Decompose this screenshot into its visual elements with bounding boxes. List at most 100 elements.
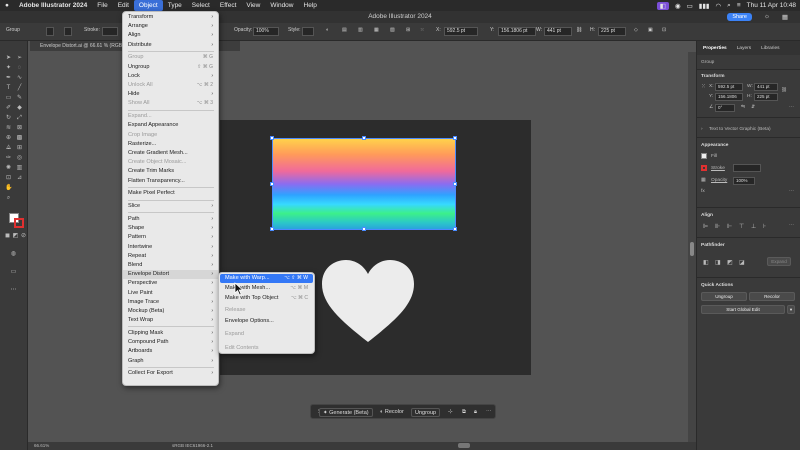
perspective-grid-icon[interactable]: ⟁ [5,145,12,152]
text-to-vector-label[interactable]: Text to Vector Graphic (Beta) [709,127,771,132]
y-field[interactable]: 156.1806 pt [498,27,536,36]
handle-middle-right[interactable] [453,182,457,186]
pathfinder-intersect-icon[interactable]: ◩ [727,259,733,266]
align-icon[interactable]: ▤ [342,27,347,33]
align-top-icon[interactable]: ⊤ [739,223,744,230]
h-field[interactable]: 225 pt [598,27,626,36]
menu-item-shape[interactable]: Shape › [123,224,218,233]
warp-tool-icon[interactable]: ≋ [5,125,12,132]
menu-item-image-trace[interactable]: Image Trace › [123,298,218,307]
battery-icon[interactable]: ▮▮▮ [699,2,710,10]
search-icon[interactable]: ⌕ [727,2,731,10]
handle-bottom-right[interactable] [453,227,457,231]
expand-chevron-icon[interactable]: › [701,127,703,132]
reference-point-icon[interactable]: ⁙ [420,27,424,33]
menu-item-unlock-all[interactable]: Unlock All ⌥ ⌘ 2 [123,81,218,90]
heart-shape[interactable] [320,258,416,344]
appearance-stroke-label[interactable]: Stroke [711,166,725,171]
horizontal-scroll-thumb[interactable] [458,443,470,448]
menu-item-live-paint[interactable]: Live Paint › [123,289,218,298]
handle-top-left[interactable] [270,136,274,140]
handle-top-right[interactable] [453,136,457,140]
appearance-opacity-field[interactable]: 100% [733,177,755,185]
recolor-button[interactable]: ◐ Recolor [377,408,407,417]
panel-y-field[interactable]: 156.1806 [715,93,743,101]
eraser-icon[interactable]: ◆ [16,105,23,112]
color-mode-icon[interactable]: ◼ [4,233,11,240]
eyedropper-icon[interactable]: ✑ [5,155,12,162]
handle-bottom-center[interactable] [362,227,366,231]
appearance-opacity-label[interactable]: Opacity [711,178,727,183]
tab-libraries[interactable]: Libraries [758,46,782,51]
menu-item-show-all[interactable]: Show All ⌥ ⌘ 3 [123,99,218,108]
menu-item-envelope-options[interactable]: Envelope Options... [220,317,313,326]
menu-item-envelope-distort[interactable]: Envelope Distort › [123,270,218,280]
menu-edit[interactable]: Edit [113,0,134,11]
menu-type[interactable]: Type [163,0,187,11]
menu-item-create-object-mosaic[interactable]: Create Object Mosaic... [123,158,218,167]
hand-tool-icon[interactable]: ✋ [5,185,12,192]
apple-icon[interactable]: ● [0,0,14,11]
menu-item-artboards[interactable]: Artboards › [123,347,218,356]
menu-item-mockup-beta[interactable]: Mockup (Beta) › [123,307,218,316]
menu-item-distribute[interactable]: Distribute › [123,41,218,50]
stroke-weight-panel-field[interactable] [733,164,761,172]
menu-item-align[interactable]: Align › [123,31,218,40]
align-center-icon[interactable]: ▥ [358,27,363,33]
menu-item-expand[interactable]: Expand [220,330,313,339]
align-left-icon[interactable]: ⊫ [703,223,708,230]
menu-view[interactable]: View [241,0,265,11]
selection-tool-icon[interactable]: ➤ [5,55,12,62]
menu-item-slice[interactable]: Slice › [123,202,218,211]
flip-vertical-icon[interactable]: ⇵ [751,105,755,110]
stroke-color-icon[interactable] [14,218,24,228]
arrange-icon[interactable]: ⧉ [459,408,469,417]
start-global-edit-button[interactable]: Start Global Edit [701,305,785,314]
free-transform-icon[interactable]: ⊠ [16,125,23,132]
fill-swatch[interactable] [46,27,54,36]
shape-builder-icon[interactable]: ⊕ [5,135,12,142]
menu-item-intertwine[interactable]: Intertwine › [123,243,218,252]
menu-item-clipping-mask[interactable]: Clipping Mask › [123,329,218,338]
pathfinder-minus-front-icon[interactable]: ◨ [715,259,721,266]
align-menu-icon[interactable]: ▧ [390,27,395,33]
menu-file[interactable]: File [92,0,112,11]
isolate-icon[interactable]: ⊡ [662,27,666,33]
pathfinder-expand-button[interactable]: Expand [767,257,791,266]
display-icon[interactable]: ▭ [687,2,693,10]
more-transform-icon[interactable]: ⋯ [789,105,794,110]
menu-help[interactable]: Help [299,0,322,11]
tab-layers[interactable]: Layers [734,46,754,51]
vertical-scroll-thumb[interactable] [690,242,694,256]
rectangle-tool-icon[interactable]: ▭ [5,95,12,102]
lock-icon[interactable]: 🔒︎ [471,408,480,417]
paintbrush-icon[interactable]: ✎ [16,95,23,102]
menu-object[interactable]: Object [133,0,163,11]
menu-item-create-gradient-mesh[interactable]: Create Gradient Mesh... [123,149,218,158]
graph-tool-icon[interactable]: ▥ [16,165,23,172]
menu-item-perspective[interactable]: Perspective › [123,279,218,288]
rainbow-rectangle-group[interactable] [270,136,457,231]
pathfinder-exclude-icon[interactable]: ◪ [739,259,745,266]
shape-icon[interactable]: ◇ [634,27,638,33]
ungroup-button[interactable]: Ungroup [411,408,441,417]
scale-tool-icon[interactable]: ⤢ [16,115,23,122]
menu-item-compound-path[interactable]: Compound Path › [123,338,218,347]
slice-tool-icon[interactable]: ⊿ [16,175,23,182]
transform-icon[interactable]: ⊞ [406,27,410,33]
align-hcenter-icon[interactable]: ⊪ [715,223,720,230]
live-paint-icon[interactable]: ▩ [16,135,23,142]
menu-item-edit-contents[interactable]: Edit Contents [220,344,313,353]
control-center-icon[interactable]: ≡ [737,2,741,9]
flip-horizontal-icon[interactable]: ⇋ [741,105,745,110]
style-swatch[interactable] [302,27,314,36]
pathfinder-unite-icon[interactable]: ◧ [703,259,709,266]
screen-mode-icon[interactable]: ▭ [10,269,17,276]
menu-item-collect-for-export[interactable]: Collect For Export › [123,369,218,378]
direct-selection-tool-icon[interactable]: ➢ [16,55,23,62]
record-icon[interactable]: ◉ [675,2,681,10]
quick-ungroup-button[interactable]: Ungroup [701,292,747,301]
handle-bottom-left[interactable] [270,227,274,231]
menu-item-text-wrap[interactable]: Text Wrap › [123,316,218,325]
stroke-weight-field[interactable] [102,27,118,36]
